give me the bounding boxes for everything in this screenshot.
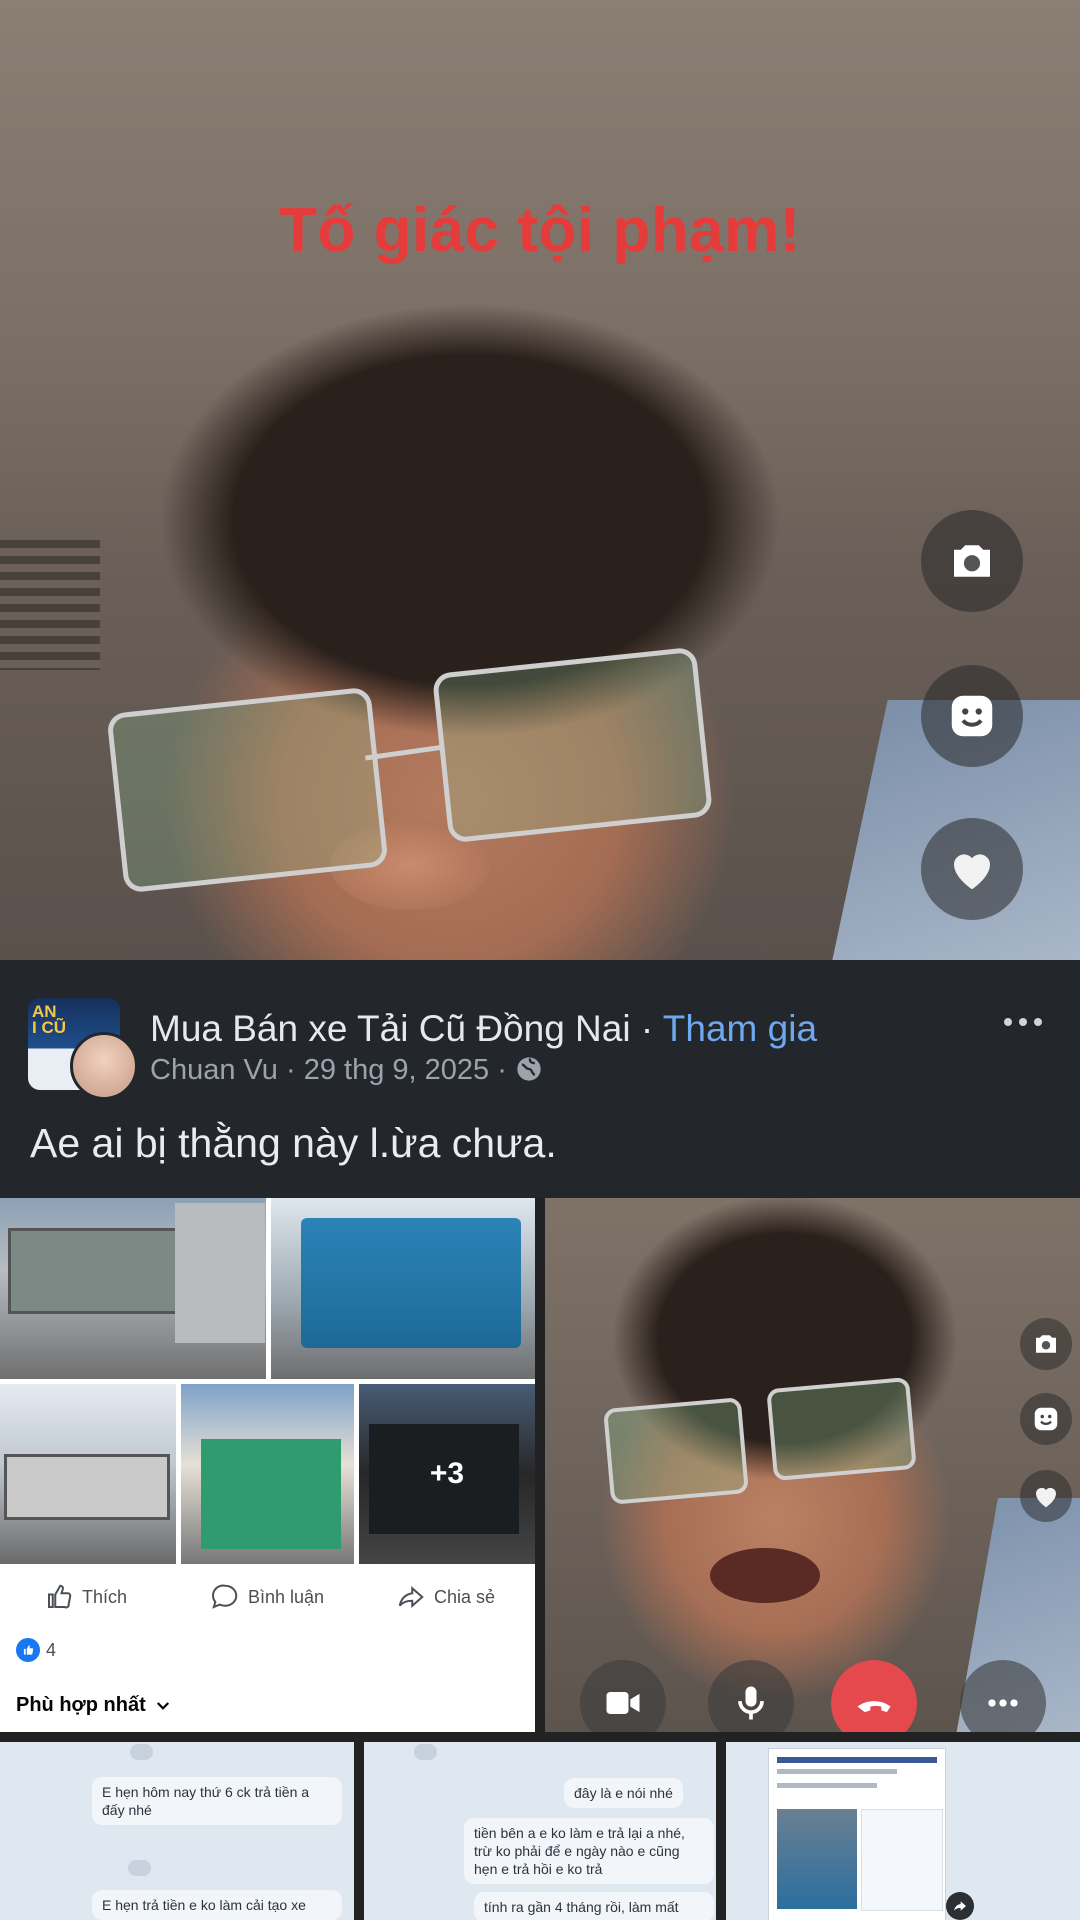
share-label: Chia sẻ (434, 1586, 496, 1607)
comment-sort-dropdown[interactable]: Phù hợp nhất (16, 1694, 172, 1717)
join-group-link[interactable]: Tham gia (663, 1008, 817, 1049)
overlay-caption: Tố giác tội phạm! (279, 196, 801, 265)
camera-icon (954, 545, 990, 577)
car-headrest (0, 540, 100, 670)
group-title-line: Mua Bán xe Tải Cũ Đồng Nai · Tham gia (150, 1008, 817, 1050)
glasses-lens-right (431, 646, 714, 844)
chevron-down-icon (156, 1701, 169, 1710)
more-options-icon[interactable] (1000, 1012, 1046, 1032)
heart-icon (1036, 1487, 1056, 1508)
blue-truck (301, 1218, 521, 1348)
author-avatar[interactable] (70, 1032, 138, 1100)
truck-box (175, 1203, 265, 1343)
heart-icon (954, 854, 990, 890)
post-date[interactable]: 29 thg 9, 2025 (304, 1054, 489, 1086)
thumbs-up-icon (48, 1584, 72, 1609)
reaction-summary[interactable]: 4 (16, 1638, 56, 1662)
more-icon (988, 1699, 1018, 1707)
call-heart-button[interactable] (1020, 1470, 1072, 1522)
photo-5[interactable]: +3 (359, 1384, 535, 1564)
call-glasses-left (603, 1397, 749, 1505)
author-name[interactable]: Chuan Vu (150, 1054, 278, 1086)
chat-screenshot-1: E hẹn hôm nay thứ 6 ck trả tiền a đấy nh… (0, 1742, 354, 1920)
mini-text-line (777, 1769, 897, 1774)
glasses-lens-left (106, 686, 389, 894)
green-trailer (201, 1439, 341, 1549)
post-meta: Chuan Vu · 29 thg 9, 2025 · (150, 1054, 543, 1087)
facebook-post-header: AN I CŨ Mua Bán xe Tải Cũ Đồng Nai · Tha… (0, 960, 1080, 1198)
chat-bubble: E hẹn hôm nay thứ 6 ck trả tiền a đấy nh… (92, 1777, 342, 1825)
more-photos-count[interactable]: +3 (359, 1384, 535, 1564)
call-mouth (710, 1548, 820, 1603)
mini-photo (777, 1809, 857, 1909)
camera-button[interactable] (921, 510, 1023, 612)
photo-4[interactable] (181, 1384, 354, 1564)
call-effects-button[interactable] (1020, 1393, 1072, 1445)
globe-icon (517, 1057, 541, 1081)
chat-bubble: E hẹn trả tiền e ko làm cải tạo xe (92, 1890, 342, 1920)
sort-label: Phù hợp nhất (16, 1694, 146, 1716)
reaction-count: 4 (46, 1639, 57, 1660)
post-actions: Thích Bình luận Chia sẻ 4 Phù hợp nhất (0, 1564, 535, 1732)
separator: · (630, 1008, 663, 1049)
mini-text-line (777, 1783, 877, 1788)
truck-body (8, 1228, 184, 1314)
chat-screenshot-2: đây là e nói nhé tiền bên a e ko làm e t… (364, 1742, 716, 1920)
video-icon (606, 1692, 640, 1714)
share-arrow-button[interactable] (946, 1892, 974, 1920)
mini-chat (861, 1809, 943, 1911)
share-icon (398, 1586, 424, 1608)
end-call-button[interactable] (831, 1660, 917, 1732)
like-button[interactable]: Thích (44, 1582, 127, 1612)
effects-button[interactable] (921, 665, 1023, 767)
end-call-icon (857, 1701, 891, 1713)
glasses-bridge (365, 744, 445, 761)
chat-bubble: tiền bên a e ko làm e trả lại a nhé, trừ… (464, 1818, 714, 1884)
chat-bubble: đây là e nói nhé (564, 1778, 683, 1808)
shared-post-screenshot (726, 1742, 1080, 1920)
mini-header-line (777, 1757, 937, 1763)
smile-icon (951, 695, 993, 737)
call-glasses-right (766, 1376, 917, 1482)
photo-3[interactable] (0, 1384, 176, 1564)
comment-label: Bình luận (248, 1586, 325, 1607)
comment-icon (212, 1584, 238, 1609)
group-name[interactable]: Mua Bán xe Tải Cũ Đồng Nai (150, 1008, 631, 1049)
timestamp-chip (414, 1744, 438, 1760)
post-photo-grid: +3 (0, 1198, 535, 1564)
chat-bubble: tính ra gần 4 tháng rồi, làm mất (474, 1892, 714, 1920)
meta-separator: · (277, 1054, 304, 1086)
mini-facebook-post (768, 1748, 946, 1920)
camera-icon (1036, 1335, 1056, 1353)
reaction-button[interactable] (921, 818, 1023, 920)
call-camera-button[interactable] (1020, 1318, 1072, 1370)
share-icon (954, 1901, 966, 1911)
group-avatar-text: AN I CŨ (32, 1002, 66, 1037)
share-button[interactable]: Chia sẻ (396, 1582, 495, 1612)
photo-1[interactable] (0, 1198, 266, 1379)
timestamp-chip (130, 1744, 154, 1760)
video-call-view (545, 1198, 1080, 1732)
mic-icon (738, 1686, 764, 1720)
comment-button[interactable]: Bình luận (210, 1582, 324, 1612)
like-reaction-icon (16, 1638, 40, 1662)
like-label: Thích (82, 1586, 128, 1607)
mute-button[interactable] (708, 1660, 794, 1732)
smile-icon (1034, 1407, 1058, 1431)
flatbed-truck (4, 1454, 170, 1520)
meta-separator-2: · (489, 1054, 515, 1086)
timestamp-chip (128, 1860, 152, 1876)
photo-2[interactable] (271, 1198, 535, 1379)
toggle-video-button[interactable] (580, 1660, 666, 1732)
video-feed (0, 0, 1080, 960)
post-text: Ae ai bị thằng này l.ừa chưa. (30, 1120, 557, 1166)
